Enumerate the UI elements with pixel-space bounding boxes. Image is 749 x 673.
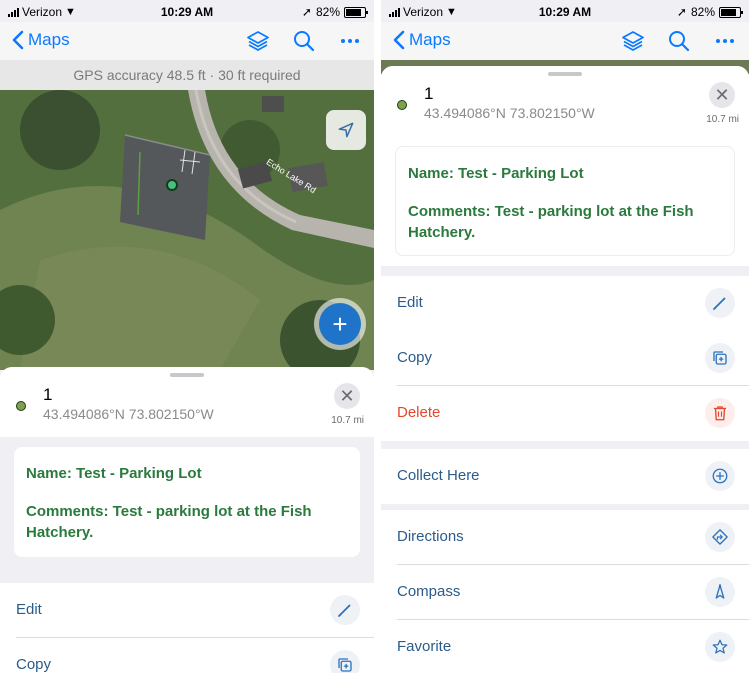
edit-action[interactable]: Edit <box>381 276 749 331</box>
battery-percent: 82% <box>690 5 715 19</box>
feature-coordinates: 43.494086°N 73.802150°W <box>424 105 595 121</box>
navigation-arrow-icon <box>338 122 354 138</box>
chevron-left-icon <box>393 30 405 50</box>
attributes-card: Name: Test - Parking Lot Comments: Test … <box>14 447 360 557</box>
copy-action[interactable]: Copy <box>0 638 374 673</box>
directions-label: Directions <box>397 528 464 545</box>
feature-distance: 10.7 mi <box>706 114 739 125</box>
layers-icon[interactable] <box>246 29 270 53</box>
attributes-section: Name: Test - Parking Lot Comments: Test … <box>381 136 749 266</box>
directions-action[interactable]: Directions <box>381 510 749 565</box>
attributes-card: Name: Test - Parking Lot Comments: Test … <box>395 146 735 256</box>
back-label: Maps <box>28 30 70 49</box>
nav-bar: Maps <box>0 22 374 60</box>
chevron-left-icon <box>12 30 24 50</box>
layers-icon[interactable] <box>621 29 645 53</box>
feature-symbol-icon <box>397 100 407 110</box>
copy-icon <box>330 650 360 673</box>
compass-label: Compass <box>397 583 461 600</box>
feature-sheet: 1 43.494086°N 73.802150°W ✕ 10.7 mi Name… <box>381 66 749 673</box>
edit-label: Edit <box>397 294 423 311</box>
more-icon[interactable] <box>713 29 737 53</box>
nav-actions <box>621 29 737 53</box>
edit-action[interactable]: Edit <box>0 583 374 638</box>
close-button[interactable]: ✕ <box>334 383 360 409</box>
locate-button[interactable] <box>326 110 366 150</box>
left-screen: Verizon ▼ 10:29 AM ➚ 82% Maps GPS accura… <box>0 0 374 673</box>
back-button[interactable]: Maps <box>393 30 451 50</box>
favorite-label: Favorite <box>397 638 452 655</box>
name-attribute: Name: Test - Parking Lot <box>26 465 202 482</box>
star-icon <box>705 632 735 662</box>
comments-attribute: Comments: Test - parking lot at the Fish… <box>26 503 312 541</box>
edit-label: Edit <box>16 601 42 618</box>
collect-here-label: Collect Here <box>397 467 480 484</box>
feature-title: 1 <box>424 84 434 103</box>
delete-action[interactable]: Delete <box>381 386 749 441</box>
more-icon[interactable] <box>338 29 362 53</box>
add-feature-button[interactable]: + <box>314 298 366 350</box>
copy-label: Copy <box>397 349 433 366</box>
collect-here-action[interactable]: Collect Here <box>381 449 749 504</box>
feature-title: 1 <box>43 385 53 404</box>
close-button[interactable]: ✕ <box>709 82 735 108</box>
battery-icon <box>344 6 368 18</box>
plus-icon: + <box>319 303 361 345</box>
back-label: Maps <box>409 30 451 49</box>
battery-icon <box>719 6 743 18</box>
comments-attribute: Comments: Test - parking lot at the Fish… <box>408 203 694 241</box>
feature-coordinates: 43.494086°N 73.802150°W <box>43 406 214 422</box>
compass-action[interactable]: Compass <box>381 565 749 620</box>
pencil-icon <box>705 288 735 318</box>
trash-icon <box>705 398 735 428</box>
section-gap <box>381 266 749 276</box>
feature-point-marker[interactable] <box>166 179 178 191</box>
screen-divider <box>374 0 381 673</box>
feature-sheet: 1 43.494086°N 73.802150°W ✕ 10.7 mi Name… <box>0 367 374 673</box>
plus-circle-icon <box>705 461 735 491</box>
feature-symbol-icon <box>16 401 26 411</box>
battery-status: ➚ 82% <box>301 5 368 19</box>
section-gap <box>0 567 374 583</box>
location-arrow-icon: ➚ <box>676 5 687 19</box>
attributes-section: Name: Test - Parking Lot Comments: Test … <box>0 437 374 567</box>
copy-label: Copy <box>16 656 52 673</box>
status-bar: Verizon ▼ 10:29 AM ➚ 82% <box>0 0 374 22</box>
feature-header: 1 43.494086°N 73.802150°W ✕ 10.7 mi <box>0 377 374 437</box>
gps-accuracy-banner: GPS accuracy 48.5 ft · 30 ft required <box>0 60 374 90</box>
name-attribute: Name: Test - Parking Lot <box>408 165 584 182</box>
back-button[interactable]: Maps <box>12 30 70 50</box>
pencil-icon <box>330 595 360 625</box>
section-gap <box>381 441 749 449</box>
favorite-action[interactable]: Favorite <box>381 620 749 673</box>
delete-label: Delete <box>397 404 441 421</box>
right-screen: Verizon ▼ 10:29 AM ➚ 82% Maps 1 43.49408… <box>381 0 749 673</box>
feature-distance: 10.7 mi <box>331 415 364 426</box>
location-arrow-icon: ➚ <box>301 5 312 19</box>
copy-icon <box>705 343 735 373</box>
nav-bar: Maps <box>381 22 749 60</box>
search-icon[interactable] <box>292 29 316 53</box>
battery-percent: 82% <box>315 5 340 19</box>
directions-icon <box>705 522 735 552</box>
nav-actions <box>246 29 362 53</box>
feature-header: 1 43.494086°N 73.802150°W ✕ 10.7 mi <box>381 76 749 136</box>
compass-icon <box>705 577 735 607</box>
search-icon[interactable] <box>667 29 691 53</box>
status-bar: Verizon ▼ 10:29 AM ➚ 82% <box>381 0 749 22</box>
copy-action[interactable]: Copy <box>381 331 749 386</box>
map-view[interactable]: Echo Lake Rd + <box>0 90 374 370</box>
battery-status: ➚ 82% <box>676 5 743 19</box>
